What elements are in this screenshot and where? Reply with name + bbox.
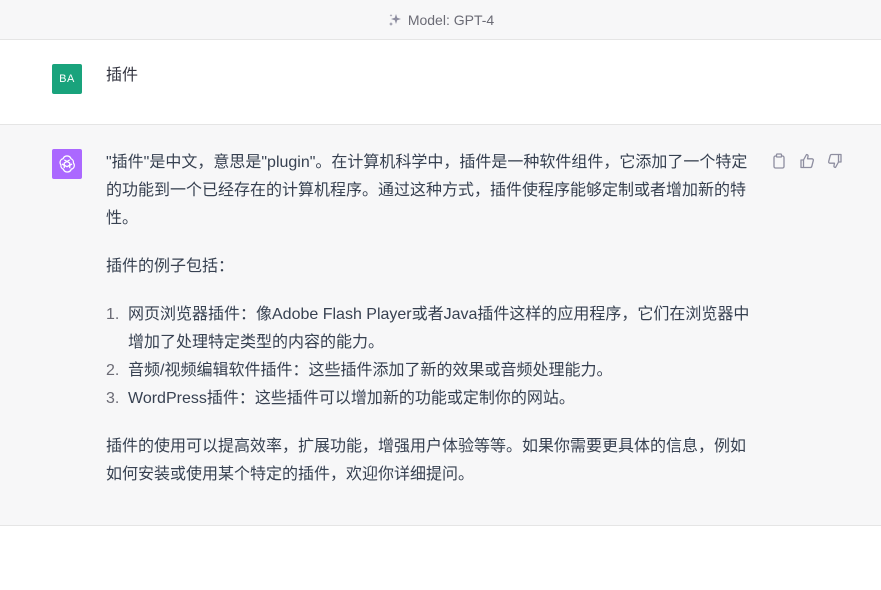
list-item-number: 1.: [106, 306, 120, 323]
thumbs-down-button[interactable]: [826, 152, 844, 170]
message-actions: [770, 152, 844, 170]
list-item-text: 网页浏览器插件：像Adobe Flash Player或者Java插件这样的应用…: [128, 306, 750, 351]
list-item-text: 音频/视频编辑软件插件：这些插件添加了新的效果或音频处理能力。: [128, 362, 613, 379]
model-header: Model: GPT-4: [0, 0, 881, 40]
answer-paragraph-1: "插件"是中文，意思是"plugin"。在计算机科学中，插件是一种软件组件，它添…: [106, 154, 748, 227]
list-item: 2. 音频/视频编辑软件插件：这些插件添加了新的效果或音频处理能力。: [106, 357, 751, 385]
copy-icon: [773, 153, 785, 169]
thumbs-down-icon: [827, 153, 842, 169]
model-label: Model: GPT-4: [407, 11, 495, 28]
user-avatar: BA: [52, 64, 82, 94]
list-item-number: 2.: [106, 362, 120, 379]
answer-paragraph-2: 插件的例子包括：: [106, 258, 235, 275]
sparkle-icon: [388, 13, 401, 26]
answer-closing-paragraph: 插件的使用可以提高效率，扩展功能，增强用户体验等等。如果你需要更具体的信息，例如…: [106, 438, 747, 483]
user-message-text: 插件: [106, 67, 139, 84]
thumbs-up-icon: [800, 153, 815, 169]
assistant-avatar: [52, 149, 82, 179]
list-item: 3. WordPress插件：这些插件可以增加新的功能或定制你的网站。: [106, 385, 751, 413]
list-item: 1. 网页浏览器插件：像Adobe Flash Player或者Java插件这样…: [106, 301, 751, 357]
copy-button[interactable]: [770, 152, 788, 170]
thumbs-up-button[interactable]: [798, 152, 816, 170]
user-message-row: BA 插件: [0, 40, 881, 125]
list-item-text: WordPress插件：这些插件可以增加新的功能或定制你的网站。: [128, 390, 575, 407]
list-item-number: 3.: [106, 390, 120, 407]
examples-list: 1. 网页浏览器插件：像Adobe Flash Player或者Java插件这样…: [106, 301, 751, 413]
openai-logo-icon: [59, 155, 75, 173]
assistant-message-content: "插件"是中文，意思是"plugin"。在计算机科学中，插件是一种软件组件，它添…: [106, 149, 751, 509]
assistant-message-row: "插件"是中文，意思是"plugin"。在计算机科学中，插件是一种软件组件，它添…: [0, 125, 881, 526]
